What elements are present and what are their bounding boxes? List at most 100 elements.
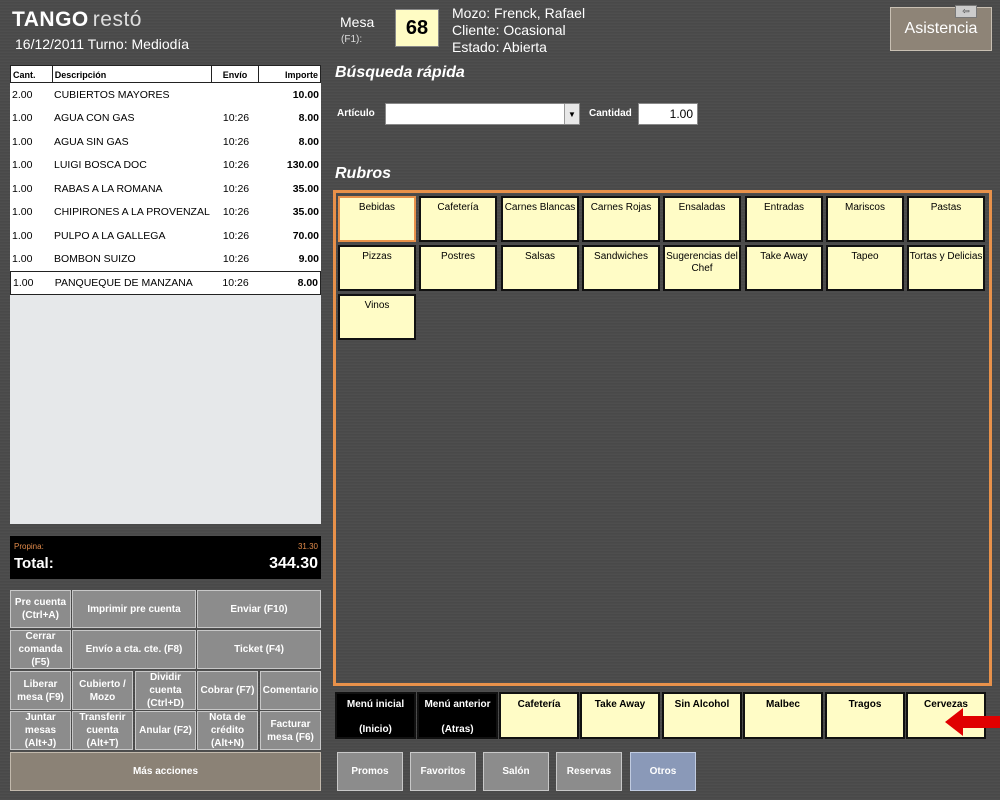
order-row[interactable]: 1.00 CHIPIRONES A LA PROVENZAL 10:26 35.00 <box>10 201 321 225</box>
tab-favoritos[interactable]: Favoritos <box>410 752 476 791</box>
order-list[interactable]: Cant. Descripción Envío Importe 2.00 CUBI… <box>10 65 321 524</box>
rubro-entradas[interactable]: Entradas <box>745 196 823 242</box>
rubro-salsas[interactable]: Salsas <box>501 245 579 291</box>
row-importe: 8.00 <box>297 276 318 289</box>
row-cant: 1.00 <box>12 135 33 148</box>
order-row[interactable]: 1.00 AGUA SIN GAS 10:26 8.00 <box>10 130 321 154</box>
rubro-tortas-y-delicias[interactable]: Tortas y Delicias <box>907 245 985 291</box>
col-envio: Envío <box>212 66 260 82</box>
arrow-left-icon <box>945 708 1000 736</box>
order-row[interactable]: 1.00 PANQUEQUE DE MANZANA 10:26 8.00 <box>10 271 321 295</box>
menu-inicial-key: (Inicio) <box>359 724 392 735</box>
facturar-mesa-button[interactable]: Facturar mesa (F6) <box>260 711 321 750</box>
rubro-pizzas[interactable]: Pizzas <box>338 245 416 291</box>
rubro-take-away[interactable]: Take Away <box>745 245 823 291</box>
rubro-cafetería[interactable]: Cafetería <box>419 196 497 242</box>
tab-reservas[interactable]: Reservas <box>556 752 622 791</box>
row-desc: BOMBON SUIZO <box>54 253 136 266</box>
tab-otros[interactable]: Otros <box>630 752 696 791</box>
anular-button[interactable]: Anular (F2) <box>135 711 196 750</box>
cliente-text: Cliente: Ocasional <box>452 22 566 38</box>
back-arrow-icon[interactable]: ⇦ <box>955 5 977 18</box>
estado-text: Estado: Abierta <box>452 39 547 55</box>
row-desc: AGUA CON GAS <box>54 112 135 125</box>
enviar-button[interactable]: Enviar (F10) <box>197 590 321 628</box>
rubro-tapeo[interactable]: Tapeo <box>826 245 904 291</box>
busqueda-title: Búsqueda rápida <box>335 64 465 81</box>
comentario-button[interactable]: Comentario <box>260 671 321 710</box>
row-importe: 9.00 <box>298 253 319 266</box>
order-row[interactable]: 2.00 CUBIERTOS MAYORES 10.00 <box>10 83 321 107</box>
menu-inicial-button[interactable]: Menú inicial (Inicio) <box>335 692 416 739</box>
order-row[interactable]: 1.00 LUIGI BOSCA DOC 10:26 130.00 <box>10 154 321 178</box>
rubro-pastas[interactable]: Pastas <box>907 196 985 242</box>
mesa-label: Mesa <box>340 14 375 30</box>
cantidad-input[interactable]: 1.00 <box>638 103 698 125</box>
rubro-sandwiches[interactable]: Sandwiches <box>582 245 660 291</box>
row-cant: 1.00 <box>13 276 34 289</box>
row-cant: 1.00 <box>12 182 33 195</box>
dividir-cuenta-button[interactable]: Dividir cuenta (Ctrl+D) <box>135 671 196 710</box>
rubro-bebidas[interactable]: Bebidas <box>338 196 416 242</box>
row-importe: 8.00 <box>298 112 319 125</box>
articulo-label: Artículo <box>337 108 375 119</box>
row-cant: 1.00 <box>12 206 33 219</box>
envio-cta-button[interactable]: Envío a cta. cte. (F8) <box>72 630 196 669</box>
row-importe: 35.00 <box>292 206 319 219</box>
nota-credito-button[interactable]: Nota de crédito (Alt+N) <box>197 711 258 750</box>
order-row[interactable]: 1.00 AGUA CON GAS 10:26 8.00 <box>10 107 321 131</box>
shortcut-malbec[interactable]: Malbec <box>743 692 823 739</box>
row-desc: CHIPIRONES A LA PROVENZAL <box>54 206 210 219</box>
order-row[interactable]: 1.00 PULPO A LA GALLEGA 10:26 70.00 <box>10 224 321 248</box>
app-logo: TANGO restó <box>12 8 142 32</box>
row-envio: 10:26 <box>222 253 250 266</box>
mas-acciones-button[interactable]: Más acciones <box>10 752 321 791</box>
cubierto-mozo-button[interactable]: Cubierto / Mozo <box>72 671 133 710</box>
row-importe: 35.00 <box>292 182 319 195</box>
menu-anterior-button[interactable]: Menú anterior (Atras) <box>417 692 498 739</box>
mesa-number[interactable]: 68 <box>395 9 439 47</box>
col-desc: Descripción <box>53 66 212 82</box>
row-envio: 10:26 <box>222 276 249 289</box>
row-envio: 10:26 <box>222 182 250 195</box>
tab-promos[interactable]: Promos <box>337 752 403 791</box>
tab-salon[interactable]: Salón <box>483 752 549 791</box>
order-row[interactable]: 1.00 BOMBON SUIZO 10:26 9.00 <box>10 248 321 272</box>
rubro-ensaladas[interactable]: Ensaladas <box>663 196 741 242</box>
row-importe: 10.00 <box>292 88 319 101</box>
row-cant: 1.00 <box>12 159 33 172</box>
row-importe: 70.00 <box>292 229 319 242</box>
cerrar-comanda-button[interactable]: Cerrar comanda (F5) <box>10 630 71 669</box>
order-rows: 2.00 CUBIERTOS MAYORES 10.00 1.00 AGUA CON G… <box>10 83 321 295</box>
rubro-carnes-rojas[interactable]: Carnes Rojas <box>582 196 660 242</box>
mesa-info: Mozo: Frenck, Rafael Cliente: Ocasional … <box>452 5 585 56</box>
order-header: Cant. Descripción Envío Importe <box>10 65 321 83</box>
shortcut-tragos[interactable]: Tragos <box>825 692 905 739</box>
juntar-mesas-button[interactable]: Juntar mesas (Alt+J) <box>10 711 71 750</box>
row-envio: 10:26 <box>222 112 250 125</box>
liberar-mesa-button[interactable]: Liberar mesa (F9) <box>10 671 71 710</box>
date-shift: 16/12/2011 Turno: Mediodía <box>15 36 190 52</box>
row-desc: AGUA SIN GAS <box>54 135 129 148</box>
rubro-postres[interactable]: Postres <box>419 245 497 291</box>
mozo-text: Mozo: Frenck, Rafael <box>452 5 586 21</box>
transferir-cuenta-button[interactable]: Transferir cuenta (Alt+T) <box>72 711 133 750</box>
articulo-input[interactable] <box>385 103 580 125</box>
rubro-mariscos[interactable]: Mariscos <box>826 196 904 242</box>
row-envio: 10:26 <box>222 135 250 148</box>
ticket-button[interactable]: Ticket (F4) <box>197 630 321 669</box>
shortcut-take-away[interactable]: Take Away <box>580 692 660 739</box>
rubro-carnes-blancas[interactable]: Carnes Blancas <box>501 196 579 242</box>
row-desc: PULPO A LA GALLEGA <box>54 229 166 242</box>
row-envio: 10:26 <box>222 159 250 172</box>
chevron-down-icon[interactable]: ▼ <box>564 104 579 124</box>
imprimir-pre-cuenta-button[interactable]: Imprimir pre cuenta <box>72 590 196 628</box>
rubro-vinos[interactable]: Vinos <box>338 294 416 340</box>
pre-cuenta-button[interactable]: Pre cuenta (Ctrl+A) <box>10 590 71 628</box>
rubro-sugerencias-del-chef[interactable]: Sugerencias del Chef <box>663 245 741 291</box>
shortcut-sin-alcohol[interactable]: Sin Alcohol <box>662 692 742 739</box>
cobrar-button[interactable]: Cobrar (F7) <box>197 671 258 710</box>
order-row[interactable]: 1.00 RABAS A LA ROMANA 10:26 35.00 <box>10 177 321 201</box>
shortcut-cafetería[interactable]: Cafetería <box>499 692 579 739</box>
brand-name: TANGO <box>12 8 89 31</box>
